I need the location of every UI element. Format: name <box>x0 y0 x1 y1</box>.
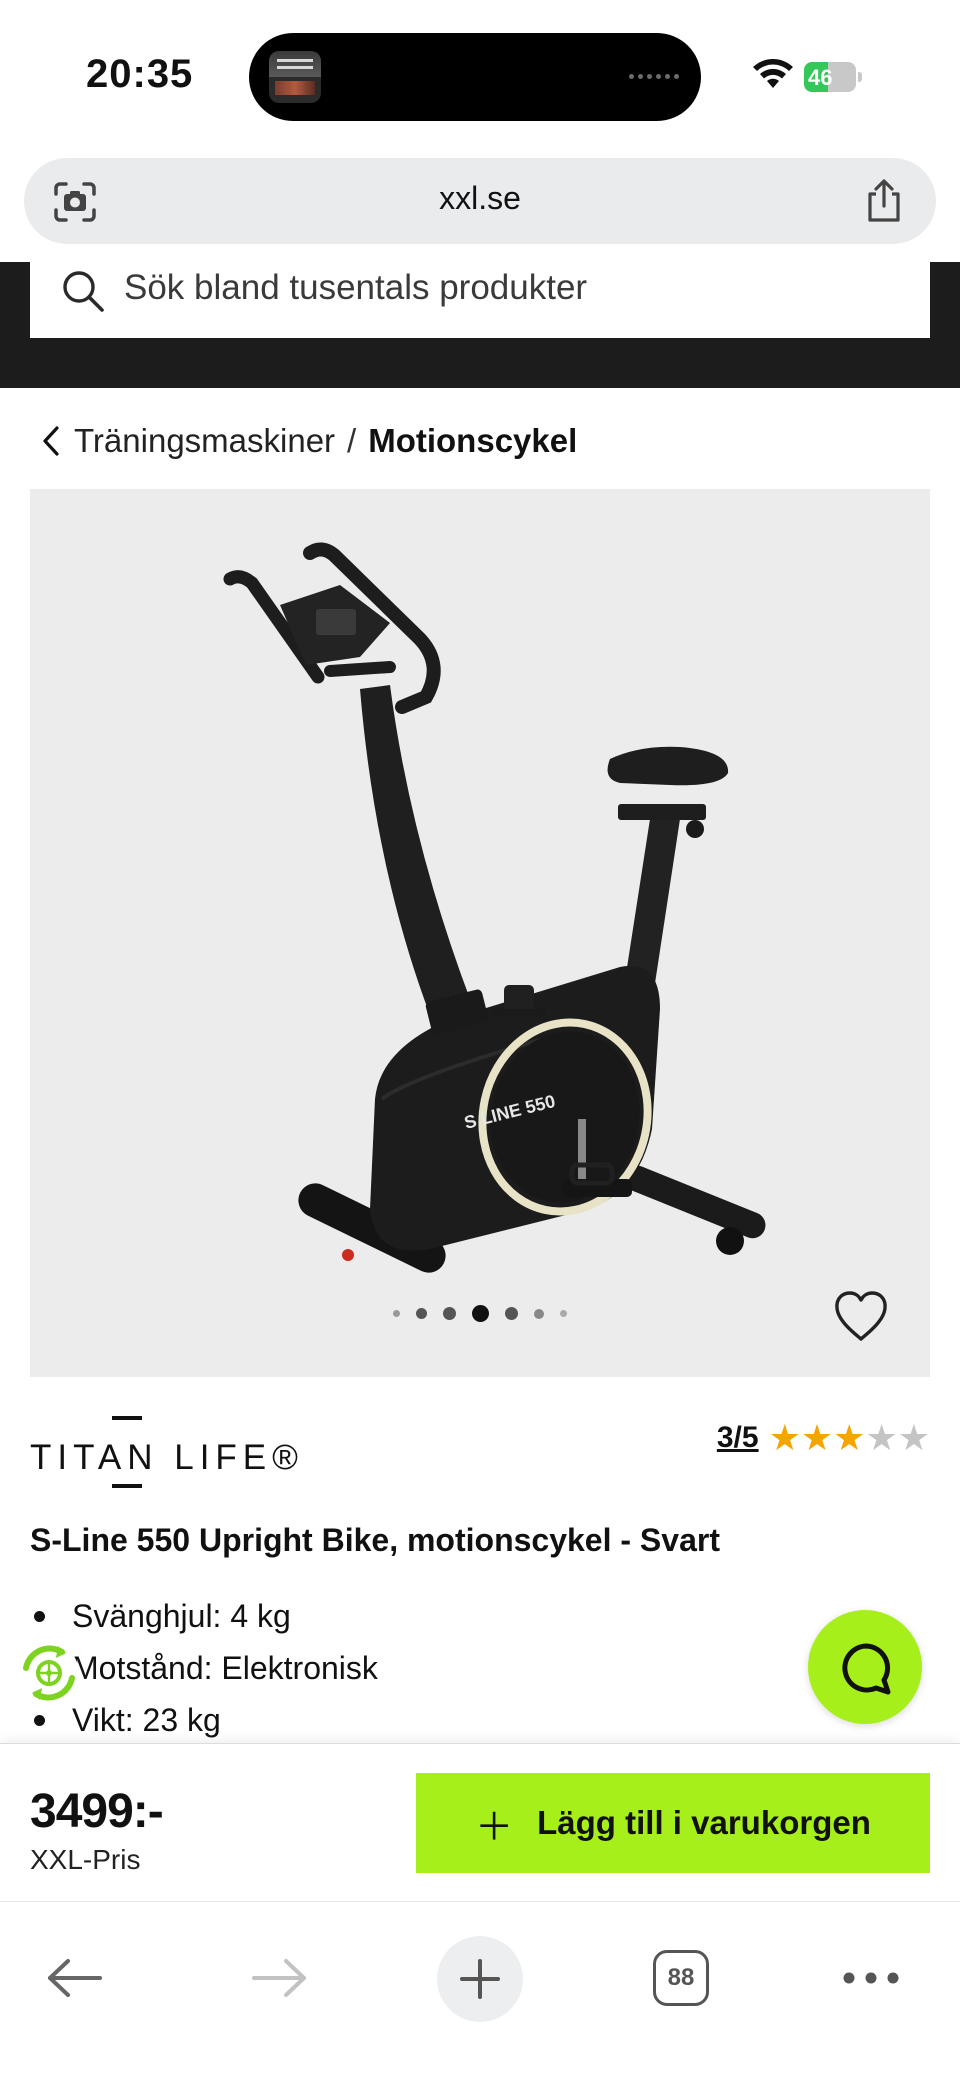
product-image-carousel[interactable]: S LINE 550 <box>30 489 930 1377</box>
feature-text: Svänghjul: 4 kg <box>72 1597 291 1634</box>
add-to-cart-label: Lägg till i varukorgen <box>537 1804 871 1841</box>
dynamic-island[interactable] <box>249 33 701 121</box>
breadcrumb: Träningsmaskiner / Motionscykel <box>40 417 577 465</box>
url-text: xxl.se <box>439 180 521 216</box>
carousel-indicator[interactable] <box>30 1305 930 1322</box>
eco-recycle-icon[interactable] <box>16 1640 82 1706</box>
plus-icon: ＋ <box>475 1806 514 1849</box>
carousel-dot[interactable] <box>534 1308 544 1319</box>
tabs-button[interactable]: 88 <box>646 1936 716 2020</box>
wifi-icon <box>753 59 793 88</box>
add-to-cart-button[interactable]: ＋ Lägg till i varukorgen <box>416 1773 930 1873</box>
forward-button[interactable] <box>244 1936 314 2020</box>
carousel-dot[interactable] <box>393 1310 400 1317</box>
battery-icon: 46 <box>804 62 862 92</box>
feature-text: Motstånd: Elektronisk <box>72 1649 378 1686</box>
breadcrumb-current: Motionscykel <box>368 422 578 459</box>
carousel-dot[interactable] <box>443 1307 456 1320</box>
star-icon: ★ <box>768 1417 801 1458</box>
rating-text[interactable]: 3/5 <box>717 1421 759 1455</box>
arrow-left-icon <box>48 1959 102 1997</box>
breadcrumb-separator: / <box>347 422 357 459</box>
back-button[interactable] <box>40 1936 110 2020</box>
list-item: Vikt: 23 kg <box>30 1694 750 1746</box>
list-item: Motstånd: Elektronisk <box>30 1642 750 1694</box>
arrow-right-icon <box>252 1959 306 1997</box>
search-placeholder: Sök bland tusentals produkter <box>124 268 588 307</box>
chevron-left-icon[interactable] <box>40 424 62 458</box>
carousel-dot[interactable] <box>416 1308 427 1319</box>
purchase-bar: 3499:- XXL-Pris ＋ Lägg till i varukorgen <box>0 1743 960 1901</box>
product-title: S-Line 550 Upright Bike, motionscykel - … <box>30 1522 720 1558</box>
tab-count: 88 <box>653 1950 709 2006</box>
site-header: Sök bland tusentals produkter <box>0 262 960 388</box>
status-time: 20:35 <box>86 52 194 96</box>
price-label: XXL-Pris <box>30 1844 141 1875</box>
album-art-icon <box>269 51 321 103</box>
plus-icon <box>460 1959 500 1999</box>
star-icon: ★ <box>897 1417 930 1458</box>
browser-toolbar: 88 <box>0 1901 960 2087</box>
chat-button[interactable] <box>808 1610 922 1724</box>
chat-bubble-icon <box>842 1643 891 1695</box>
star-icon: ★ <box>865 1417 898 1458</box>
heart-icon[interactable] <box>832 1289 890 1345</box>
audio-waveform-icon <box>629 74 679 79</box>
exercise-bike-image: S LINE 550 <box>223 542 766 1273</box>
search-icon <box>63 271 104 312</box>
bullet-icon <box>34 1715 45 1726</box>
more-dots-icon <box>843 1972 899 1984</box>
star-icon: ★ <box>800 1417 834 1458</box>
carousel-dot[interactable] <box>560 1310 567 1317</box>
battery-level: 46 <box>808 65 833 90</box>
price: 3499:- <box>30 1785 164 1838</box>
feature-text: Vikt: 23 kg <box>72 1701 221 1738</box>
status-bar: 20:35 46 <box>0 0 960 150</box>
brand-name: TITAN LIFE® <box>30 1438 304 1477</box>
product-rating[interactable]: 3/5 ★ ★ ★ ★ ★ <box>717 1420 930 1456</box>
carousel-dot[interactable] <box>505 1307 518 1320</box>
search-input[interactable]: Sök bland tusentals produkter <box>30 262 930 338</box>
more-menu-button[interactable] <box>836 1936 906 2020</box>
breadcrumb-parent-link[interactable]: Träningsmaskiner <box>74 422 335 460</box>
rating-stars: ★ ★ ★ ★ ★ <box>769 1420 930 1456</box>
brand-logo[interactable]: TITAN LIFE® <box>30 1416 298 1492</box>
list-item: Svänghjul: 4 kg <box>30 1590 750 1642</box>
feature-list: Svänghjul: 4 kg Motstånd: Elektronisk Vi… <box>30 1590 750 1746</box>
address-bar[interactable]: xxl.se <box>24 158 936 244</box>
bullet-icon <box>34 1611 45 1622</box>
share-icon[interactable] <box>862 178 906 224</box>
new-tab-button[interactable] <box>437 1936 523 2022</box>
star-icon: ★ <box>833 1417 866 1458</box>
carousel-dot-active[interactable] <box>472 1305 489 1322</box>
